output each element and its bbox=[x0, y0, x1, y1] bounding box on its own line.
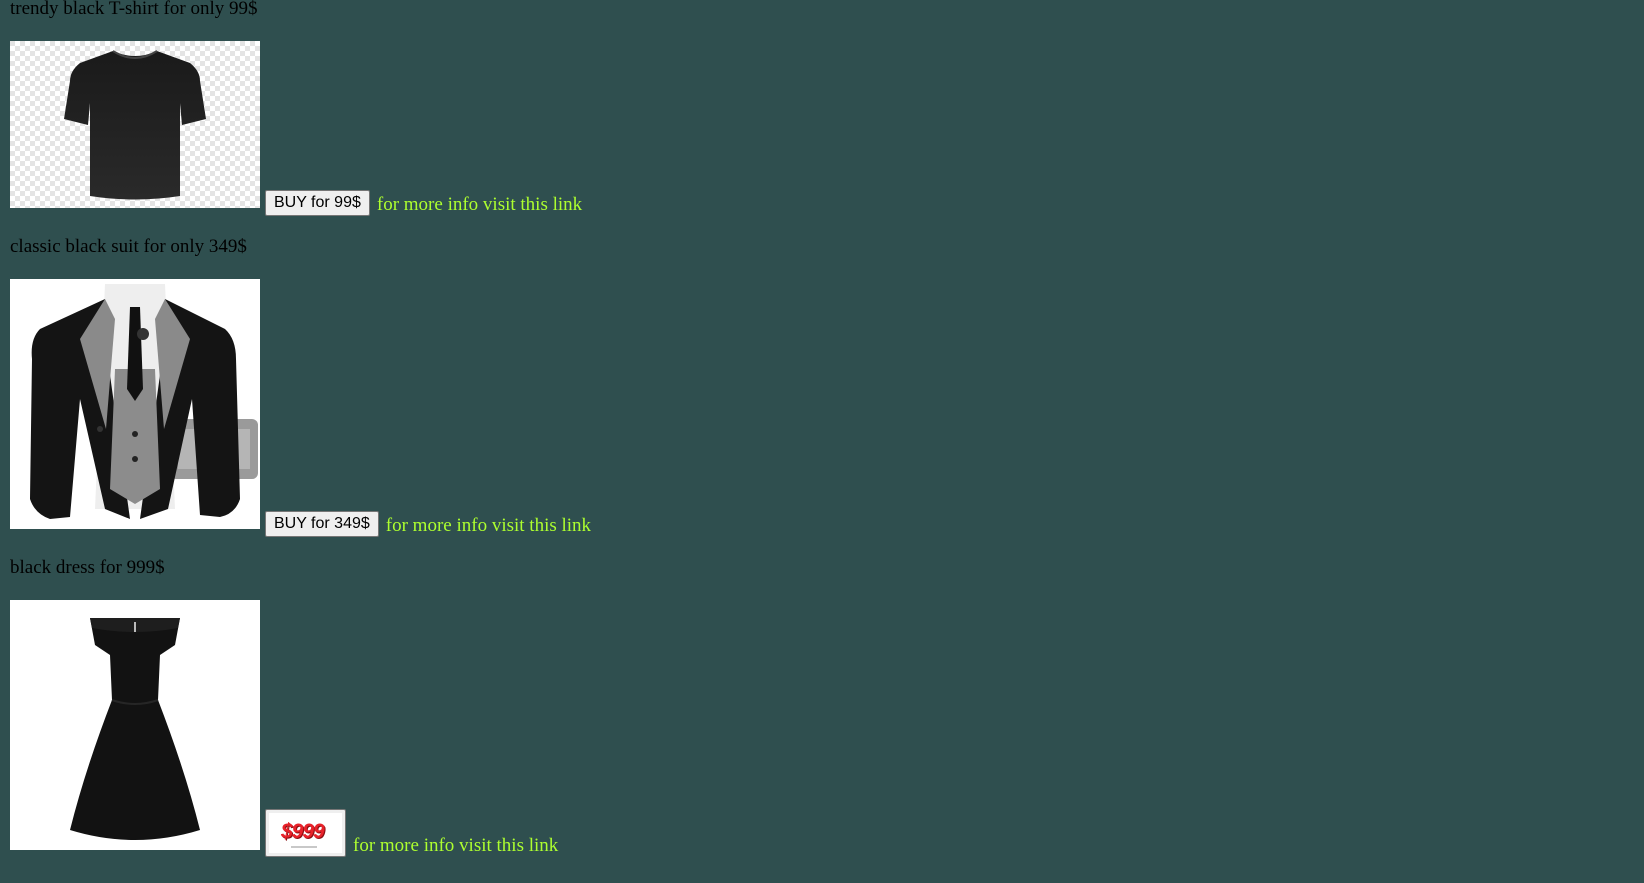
product-actions-suit: BUY for 349$ for more info visit this li… bbox=[265, 511, 591, 537]
buy-suit-button[interactable]: BUY for 349$ bbox=[265, 511, 379, 537]
suit-image bbox=[10, 279, 260, 529]
buy-tshirt-button[interactable]: BUY for 99$ bbox=[265, 190, 370, 216]
price-underline bbox=[291, 846, 317, 848]
product-title-suit: classic black suit for only 349$ bbox=[10, 236, 247, 257]
tshirt-info-link[interactable]: for more info visit this link bbox=[377, 194, 582, 216]
price-999-text: $999 bbox=[281, 820, 325, 843]
tshirt-image bbox=[10, 41, 260, 208]
suit-info-link[interactable]: for more info visit this link bbox=[386, 515, 591, 537]
dress-info-link[interactable]: for more info visit this link bbox=[353, 835, 558, 857]
product-actions-tshirt: BUY for 99$ for more info visit this lin… bbox=[265, 190, 582, 216]
product-actions-dress: $999 for more info visit this link bbox=[265, 809, 558, 857]
dress-image-svg bbox=[10, 600, 260, 850]
product-title-tshirt: trendy black T-shirt for only 99$ bbox=[10, 0, 258, 19]
tshirt-image-svg bbox=[10, 41, 260, 208]
buy-dress-image-button[interactable]: $999 bbox=[265, 809, 346, 857]
product-title-dress: black dress for 999$ bbox=[10, 557, 165, 578]
price-999-image: $999 bbox=[269, 813, 342, 853]
dress-image bbox=[10, 600, 260, 850]
suit-image-svg bbox=[10, 279, 260, 529]
